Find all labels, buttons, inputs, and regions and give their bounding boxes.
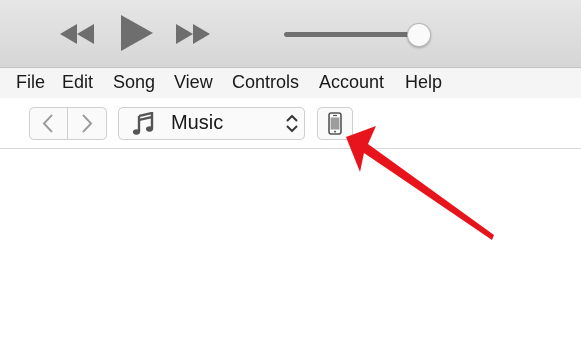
red-arrow-annotation [346, 126, 494, 240]
